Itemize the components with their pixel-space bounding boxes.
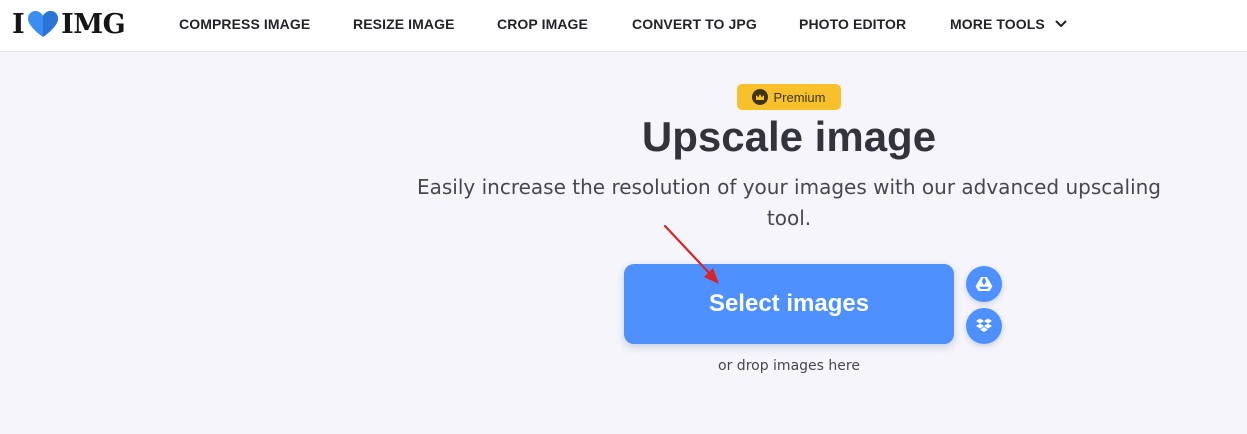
logo-text-right: IMG [61, 8, 126, 40]
dropbox-icon [976, 318, 992, 332]
page-subtitle: Easily increase the resolution of your i… [416, 175, 1161, 230]
nav-photo-editor[interactable]: PHOTO EDITOR [799, 16, 906, 32]
nav-more-tools-label: MORE TOOLS [950, 16, 1045, 32]
premium-badge: Premium [737, 84, 841, 110]
drop-images-hint: or drop images here [718, 358, 860, 374]
premium-badge-label: Premium [773, 89, 826, 105]
nav-resize-image[interactable]: RESIZE IMAGE [353, 16, 455, 32]
logo-text-left: I [12, 8, 25, 40]
google-drive-button[interactable] [966, 266, 1002, 302]
google-drive-icon [975, 277, 993, 291]
chevron-down-icon [1055, 20, 1067, 27]
nav-compress-image[interactable]: COMPRESS IMAGE [179, 16, 310, 32]
top-navbar: I IMG COMPRESS IMAGE RESIZE IMAGE CROP I… [0, 0, 1247, 52]
site-logo[interactable]: I IMG [12, 6, 126, 42]
nav-convert-to-jpg[interactable]: CONVERT TO JPG [632, 16, 757, 32]
select-images-button[interactable]: Select images [624, 264, 954, 344]
heart-icon [28, 11, 59, 37]
nav-more-tools[interactable]: MORE TOOLS [950, 16, 1067, 32]
dropbox-button[interactable] [966, 308, 1002, 344]
crown-icon [752, 89, 769, 105]
page-title: Upscale image [641, 113, 937, 160]
nav-crop-image[interactable]: CROP IMAGE [497, 16, 588, 32]
